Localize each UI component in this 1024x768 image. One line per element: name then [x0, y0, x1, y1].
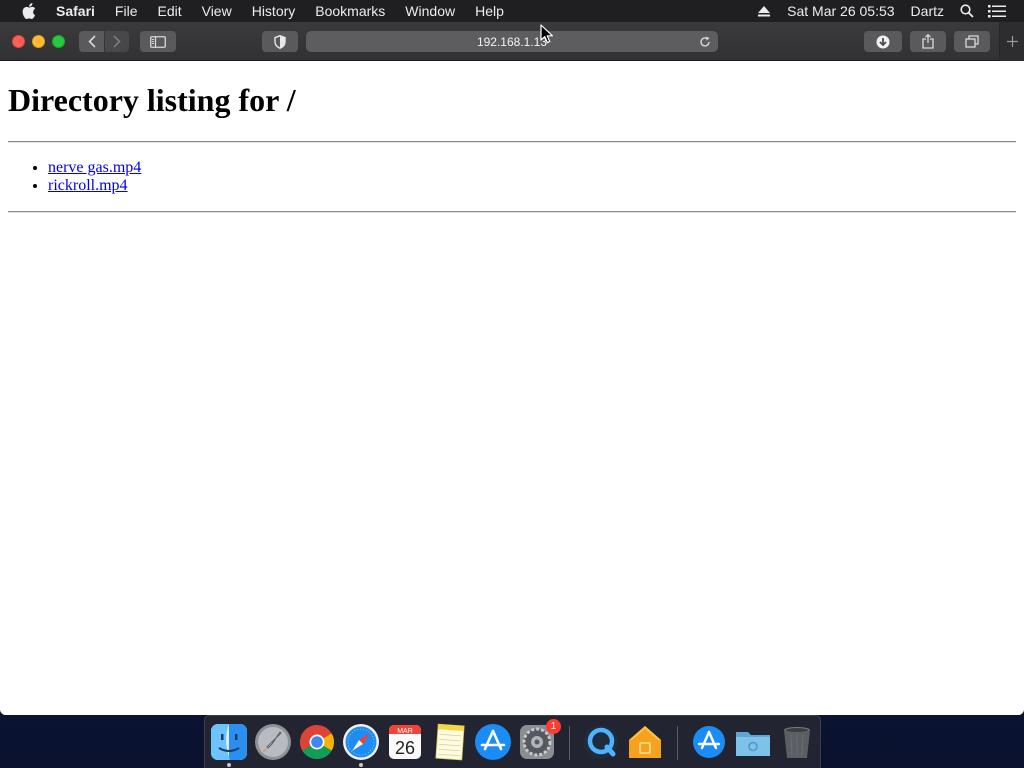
calendar-day: 26 [395, 738, 415, 758]
app-store-icon[interactable] [473, 722, 513, 762]
menu-file[interactable]: File [105, 0, 148, 22]
list-item: rickroll.mp4 [48, 177, 141, 195]
sidebar-icon [150, 35, 166, 48]
forward-button[interactable] [105, 31, 129, 52]
divider [8, 211, 1016, 213]
eject-icon[interactable] [753, 0, 775, 22]
shield-icon [274, 34, 286, 49]
share-icon [922, 34, 934, 49]
address-url: 192.168.1.13 [476, 34, 548, 49]
menu-app-name[interactable]: Safari [52, 0, 105, 22]
window-close-button[interactable] [12, 35, 25, 48]
window-minimize-button[interactable] [32, 35, 45, 48]
calendar-month: MAR [397, 728, 413, 735]
chrome-icon[interactable] [297, 722, 337, 762]
window-maximize-button[interactable] [52, 35, 65, 48]
file-list: nerve gas.mp4 rickroll.mp4 [48, 159, 141, 195]
back-icon [87, 35, 96, 48]
apple-icon[interactable] [18, 0, 40, 22]
menu-help[interactable]: Help [465, 0, 514, 22]
back-button[interactable] [79, 31, 104, 52]
folder-icon[interactable] [733, 722, 773, 762]
launchpad-icon[interactable] [253, 722, 293, 762]
new-tab-button[interactable] [999, 22, 1024, 61]
menu-user-name[interactable]: Dartz [903, 0, 952, 22]
safari-icon[interactable] [341, 722, 381, 762]
download-icon [876, 35, 890, 48]
trash-icon[interactable] [777, 722, 817, 762]
menu-view[interactable]: View [192, 0, 242, 22]
notification-badge: 1 [546, 719, 561, 734]
quicktime-icon[interactable] [581, 722, 621, 762]
menu-bookmarks[interactable]: Bookmarks [305, 0, 395, 22]
file-link-nerve-gas[interactable]: nerve gas.mp4 [48, 159, 141, 176]
menu-edit[interactable]: Edit [147, 0, 191, 22]
dock-separator [677, 726, 678, 760]
web-page-content: Directory listing for / nerve gas.mp4 ri… [0, 62, 1024, 715]
list-item: nerve gas.mp4 [48, 159, 141, 177]
tabs-icon [965, 35, 979, 48]
dock: MAR 26 1 [204, 715, 821, 768]
finder-icon[interactable] [209, 722, 249, 762]
menu-date-time[interactable]: Sat Mar 26 05:53 [779, 0, 902, 22]
sidebar-button[interactable] [140, 31, 176, 52]
address-bar[interactable]: 192.168.1.13 [306, 31, 718, 52]
system-preferences-icon[interactable]: 1 [517, 719, 561, 762]
share-button[interactable] [910, 31, 946, 52]
downloads-folder-icon[interactable] [689, 722, 729, 762]
running-indicator [359, 763, 363, 767]
page-title: Directory listing for / [8, 82, 296, 118]
menu-history[interactable]: History [242, 0, 306, 22]
tab-overview-button[interactable] [954, 31, 990, 52]
downloads-button[interactable] [864, 31, 902, 52]
file-link-rickroll[interactable]: rickroll.mp4 [48, 177, 128, 194]
home-icon[interactable] [625, 722, 665, 762]
reload-icon[interactable] [696, 33, 713, 50]
dock-separator [569, 726, 570, 760]
notes-icon[interactable] [429, 722, 469, 762]
notification-center-icon[interactable] [986, 0, 1008, 22]
calendar-icon[interactable]: MAR 26 [385, 722, 425, 762]
running-indicator [227, 763, 231, 767]
menu-bar: Safari File Edit View History Bookmarks … [0, 0, 1024, 22]
privacy-report-button[interactable] [262, 31, 298, 52]
browser-window: 192.168.1.13 Directory listing for / ner… [0, 22, 1024, 715]
spotlight-search-icon[interactable] [956, 0, 978, 22]
forward-icon [113, 35, 121, 48]
plus-icon [1006, 36, 1018, 47]
menu-window[interactable]: Window [395, 0, 465, 22]
divider [8, 141, 1016, 143]
mouse-cursor-icon [540, 24, 553, 44]
browser-toolbar: 192.168.1.13 [0, 22, 1024, 61]
